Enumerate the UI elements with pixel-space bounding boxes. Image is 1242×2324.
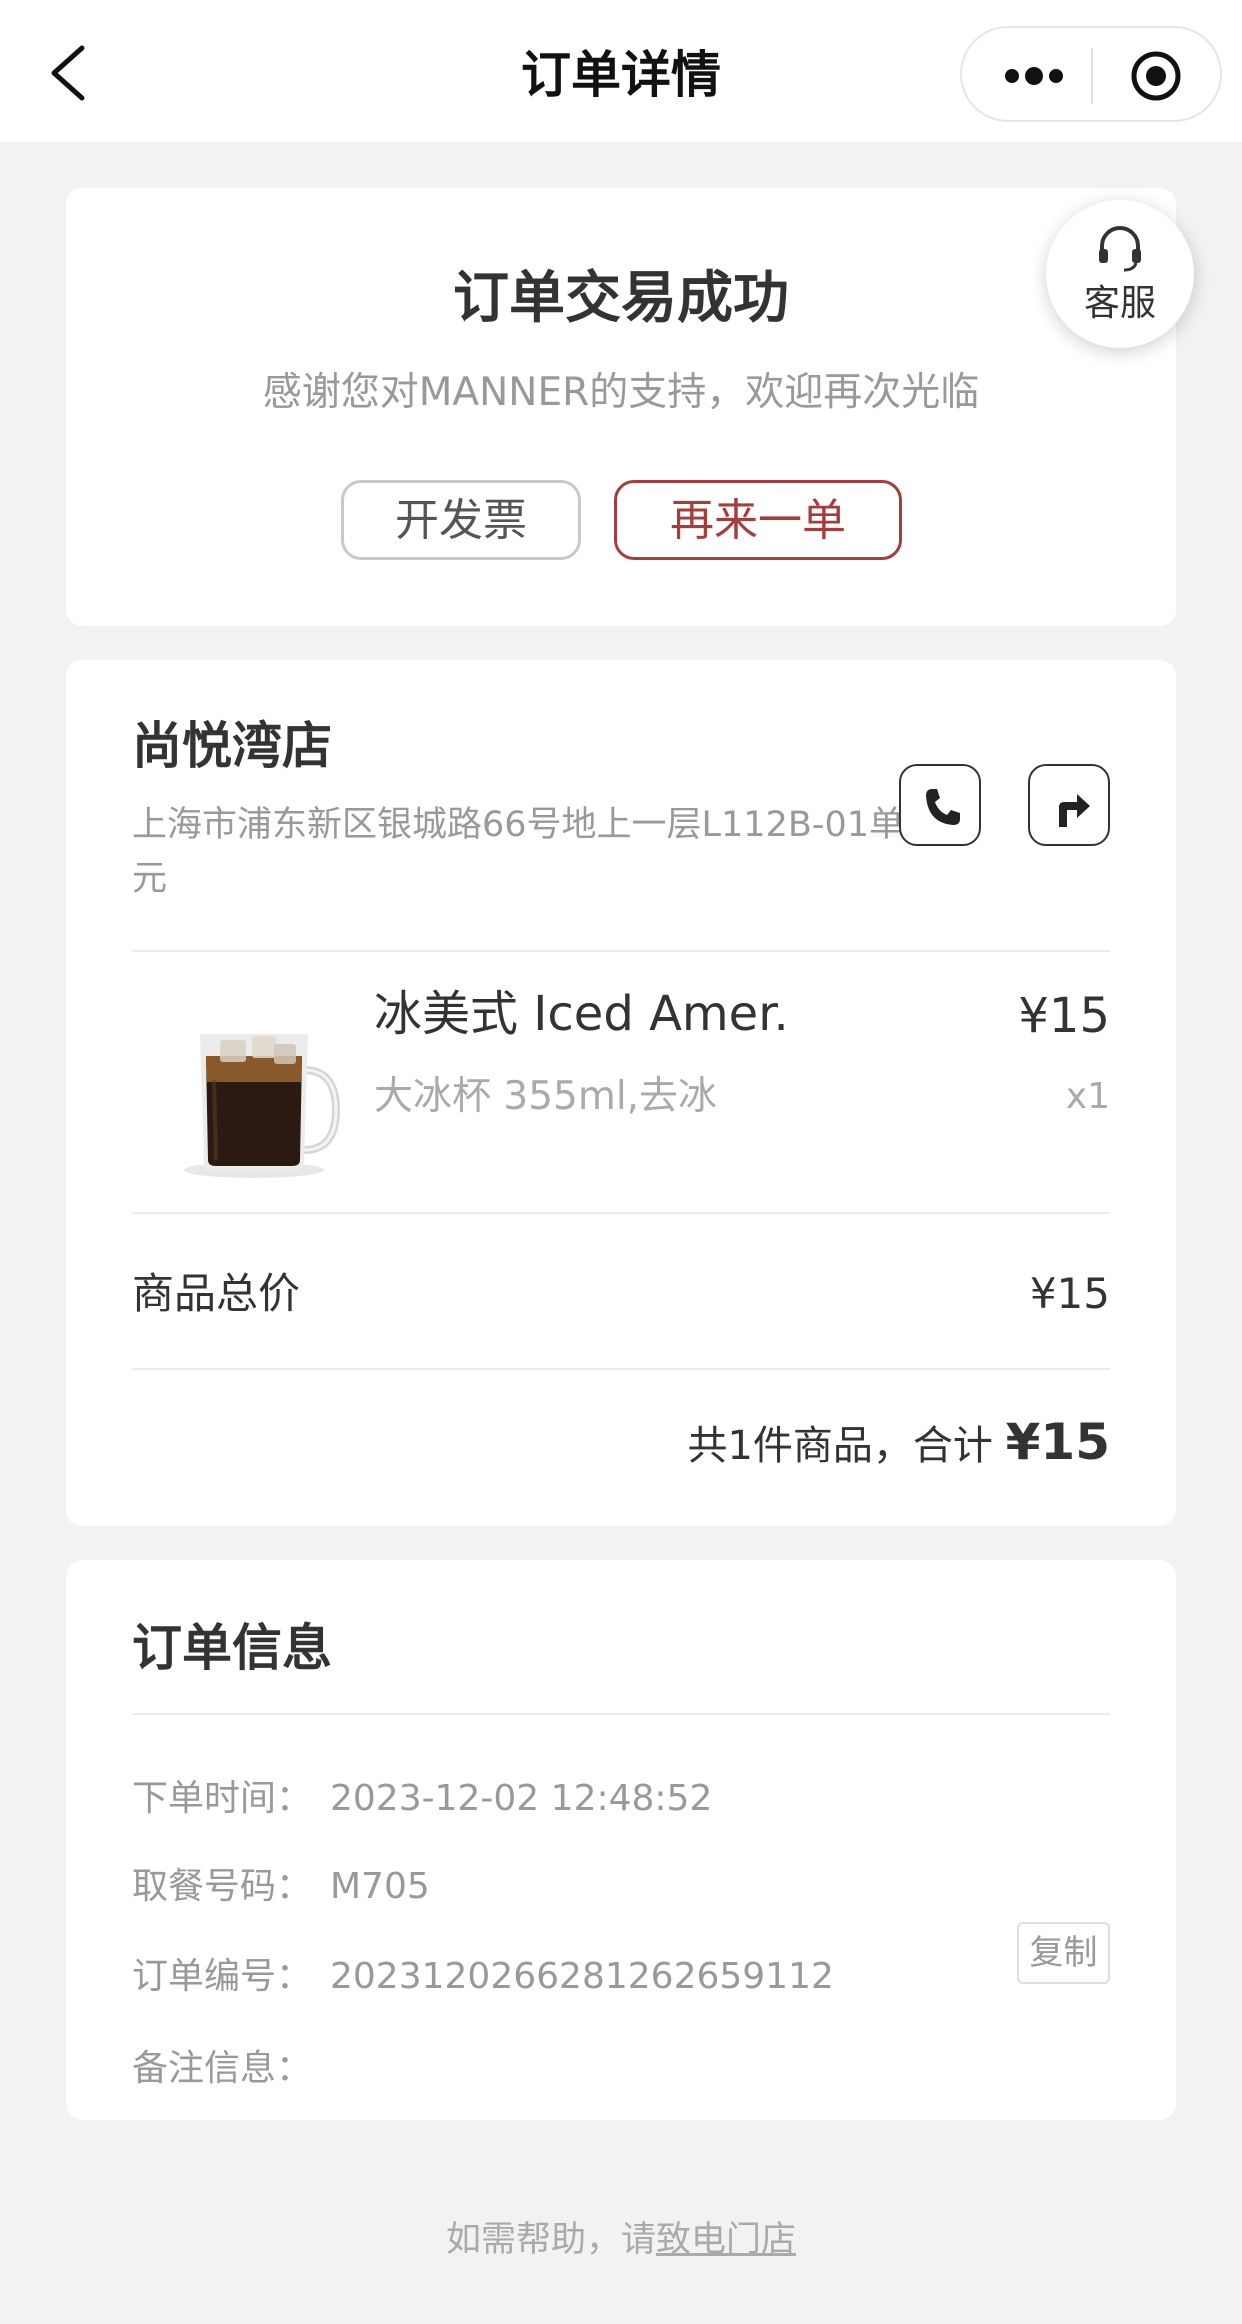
nav-bar: 订单详情 (0, 0, 1242, 142)
info-label: 备注信息： (132, 2048, 313, 2089)
copy-order-number-button[interactable]: 复制 (1017, 1922, 1110, 1984)
invoice-button[interactable]: 开发票 (341, 480, 581, 560)
help-text: 如需帮助，请 (445, 2220, 656, 2260)
order-info-title: 订单信息 (132, 1619, 332, 1677)
total-amount: ¥15 (1005, 1413, 1110, 1471)
phone-icon (926, 789, 960, 825)
direction-arrow-icon (1059, 794, 1090, 827)
status-subtitle: 感谢您对MANNER的支持，欢迎再次光临 (262, 370, 980, 415)
status-title: 订单交易成功 (453, 266, 789, 331)
headset-icon (1099, 226, 1141, 272)
info-value: 2023120266281262659112 (330, 1956, 834, 1997)
product-name: 冰美式 Iced Amer. (374, 986, 789, 1042)
subtotal-value: ¥15 (1029, 1269, 1110, 1318)
call-store-button[interactable] (899, 764, 981, 846)
customer-service-button[interactable]: 客服 (1046, 200, 1194, 348)
call-store-link[interactable]: 致电门店 (656, 2220, 796, 2260)
product-quantity: x1 (1065, 1076, 1110, 1117)
order-status-card: 订单交易成功 感谢您对MANNER的支持，欢迎再次光临 开发票 再来一单 (66, 188, 1176, 626)
info-value: 2023-12-02 12:48:52 (330, 1778, 713, 1819)
divider (132, 1212, 1110, 1214)
divider (132, 950, 1110, 952)
mini-program-capsule (960, 26, 1222, 122)
order-info-card: 订单信息 下单时间： 2023-12-02 12:48:52 取餐号码： M70… (66, 1560, 1176, 2120)
total-prefix: 共1件商品，合计 (687, 1423, 993, 1469)
more-dots-icon[interactable] (1002, 56, 1066, 96)
info-value: M705 (330, 1866, 430, 1907)
target-circle-icon[interactable] (1130, 50, 1182, 102)
order-items-card: 尚悦湾店 上海市浦东新区银城路66号地上一层L112B-01单元 冰美式 Ice… (66, 660, 1176, 1526)
navigate-store-button[interactable] (1028, 764, 1110, 846)
product-price: ¥15 (1018, 988, 1110, 1044)
store-name: 尚悦湾店 (132, 717, 332, 775)
divider (132, 1368, 1110, 1370)
info-label: 取餐号码： (132, 1866, 313, 1907)
store-address: 上海市浦东新区银城路66号地上一层L112B-01单元 (132, 805, 905, 899)
info-label: 订单编号： (132, 1956, 313, 1997)
help-footer: 如需帮助，请致电门店 (0, 2215, 1242, 2265)
divider (132, 1713, 1110, 1715)
capsule-divider (1091, 48, 1093, 104)
product-spec: 大冰杯 355ml,去冰 (374, 1074, 718, 1119)
reorder-button[interactable]: 再来一单 (614, 480, 902, 560)
info-label: 下单时间： (132, 1778, 313, 1819)
customer-service-label: 客服 (1083, 283, 1156, 324)
product-image-iced-americano (184, 1034, 341, 1178)
order-total: 共1件商品，合计 ¥15 (687, 1412, 1110, 1476)
subtotal-label: 商品总价 (132, 1269, 301, 1318)
